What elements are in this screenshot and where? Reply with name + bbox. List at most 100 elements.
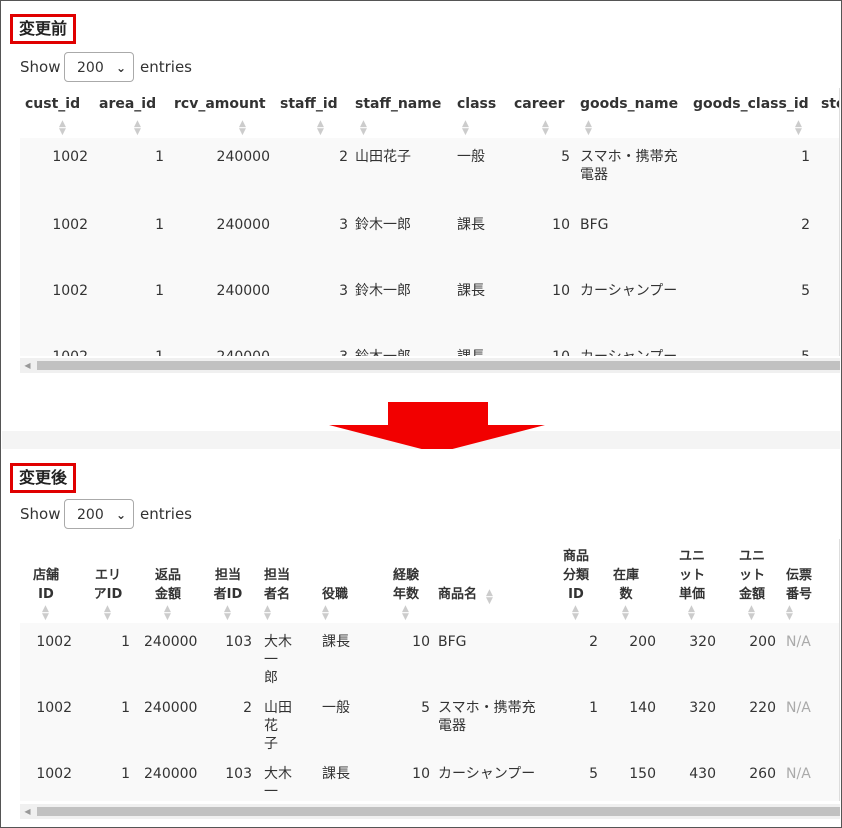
sort-icon: ▲ ▼ bbox=[224, 604, 231, 622]
table-cell: 1 bbox=[121, 766, 130, 782]
horizontal-scrollbar[interactable]: ◀ bbox=[20, 358, 840, 373]
col-header[interactable]: goods_class_id bbox=[693, 96, 809, 112]
screenshot-frame: 変更前 Show 200 ⌄ entries cust_id ▲ ▼ area_i… bbox=[0, 0, 842, 828]
table-right-border bbox=[839, 539, 840, 801]
sort-icon: ▲ ▼ bbox=[239, 119, 246, 137]
sort-icon: ▲ ▼ bbox=[360, 119, 367, 137]
col-header[interactable]: 担当 者ID bbox=[208, 566, 248, 604]
table-row: 1002 1 240000 3 鈴木一郎 課長 10 BFG 2 bbox=[20, 206, 840, 273]
table-cell: N/A bbox=[786, 634, 811, 650]
col-header[interactable]: staff_name bbox=[355, 96, 441, 112]
table-cell: 240000 bbox=[216, 217, 270, 233]
after-title: 変更後 bbox=[10, 463, 77, 493]
table-cell: 10 bbox=[552, 217, 570, 233]
table-cell: 2 bbox=[339, 149, 348, 165]
table-cell: 3 bbox=[339, 217, 348, 233]
sort-icon: ▲ ▼ bbox=[134, 119, 141, 137]
table-cell: 大木一郎 bbox=[264, 634, 292, 686]
table-cell: 鈴木一郎 bbox=[355, 348, 445, 356]
col-header[interactable]: cust_id bbox=[25, 96, 80, 112]
table-cell: 大木一郎 bbox=[264, 766, 292, 800]
table-cell: N/A bbox=[786, 700, 811, 716]
col-header[interactable]: area_id bbox=[99, 96, 156, 112]
col-header[interactable]: 返品 金額 bbox=[146, 566, 190, 604]
table-cell: 2 bbox=[243, 700, 252, 716]
page-length-select[interactable]: 200 ⌄ bbox=[64, 499, 134, 529]
before-title: 変更前 bbox=[10, 14, 77, 44]
table-row: 1002 1 240000 2 山田花子 一般 5 スマホ・携帯充 電器 1 bbox=[20, 138, 840, 207]
table-cell: 鈴木一郎 bbox=[355, 217, 411, 233]
col-header[interactable]: sto bbox=[821, 96, 840, 112]
table-row: 1002 1 240000 103 大木一郎課長 10 BFG 2 200 320 200 N/A bbox=[20, 623, 840, 690]
sort-icon: ▲ ▼ bbox=[462, 119, 469, 137]
table-cell: 1 bbox=[155, 149, 164, 165]
table-row: 10021240000103大木一郎課長10カーシャンプー5150430260N… bbox=[20, 755, 840, 801]
after-table: 店舗 ID ▲ ▼ エリ アID ▲ ▼ 返品 金額 ▲ ▼ 担当 者ID ▲ ▼ 担当 者名 ▲ ▼ 役職 ▲ ▼ 経験 年数… bbox=[20, 539, 840, 801]
table-cell: 5 bbox=[801, 283, 810, 299]
sort-icon: ▲ ▼ bbox=[164, 604, 171, 622]
table-cell: 1 bbox=[155, 217, 164, 233]
table-header: cust_id ▲ ▼ area_id ▲ ▼ rcv_amount ▲ ▼ staf… bbox=[20, 88, 840, 140]
col-header[interactable]: goods_name bbox=[580, 96, 678, 112]
sort-icon: ▲ ▼ bbox=[486, 588, 493, 606]
col-header[interactable]: 役職 bbox=[322, 585, 362, 604]
col-header[interactable]: 商品名 bbox=[438, 585, 508, 604]
sort-icon: ▲ ▼ bbox=[795, 119, 802, 137]
page-length-value: 200 bbox=[77, 60, 104, 76]
show-label: Show bbox=[20, 505, 61, 523]
sort-icon: ▲ ▼ bbox=[42, 604, 49, 622]
table-cell: 220 bbox=[749, 700, 776, 716]
col-header[interactable]: 店舗 ID bbox=[26, 566, 66, 604]
table-cell: N/A bbox=[786, 766, 811, 782]
scroll-left-icon[interactable]: ◀ bbox=[20, 358, 35, 373]
table-cell: 10 bbox=[480, 348, 570, 356]
page-length-select[interactable]: 200 ⌄ bbox=[64, 52, 134, 82]
entries-label: entries bbox=[140, 58, 192, 76]
table-cell: 一般 bbox=[322, 700, 350, 716]
table-cell: 3 bbox=[339, 283, 348, 299]
horizontal-scrollbar[interactable]: ◀ bbox=[20, 804, 840, 819]
col-header[interactable]: class bbox=[457, 96, 496, 112]
table-cell: 103 bbox=[225, 766, 252, 782]
sort-icon: ▲ ▼ bbox=[317, 119, 324, 137]
col-header[interactable]: 商品 分類 ID bbox=[558, 547, 594, 604]
col-header[interactable]: 担当 者名 bbox=[264, 566, 304, 604]
table-cell: 5 bbox=[561, 149, 570, 165]
down-arrow-icon bbox=[388, 402, 488, 426]
table-cell: 課長 bbox=[322, 766, 350, 782]
table-cell: 240000 bbox=[216, 149, 270, 165]
page-length-value: 200 bbox=[77, 507, 104, 523]
sort-icon: ▲ ▼ bbox=[748, 604, 755, 622]
table-cell: 1 bbox=[121, 634, 130, 650]
col-header[interactable]: ユニ ット 単価 bbox=[674, 547, 710, 604]
table-cell: 鈴木一郎 bbox=[355, 283, 411, 299]
table-cell: 200 bbox=[749, 634, 776, 650]
scrollbar-thumb[interactable] bbox=[37, 807, 840, 816]
show-label: Show bbox=[20, 58, 61, 76]
table-cell: 260 bbox=[749, 766, 776, 782]
sort-icon: ▲ ▼ bbox=[542, 119, 549, 137]
col-header[interactable]: 伝票 番号 bbox=[786, 566, 822, 604]
sort-icon: ▲ ▼ bbox=[622, 604, 629, 622]
col-header[interactable]: career bbox=[514, 96, 565, 112]
col-header[interactable]: 経験 年数 bbox=[386, 566, 426, 604]
table-cell: 1 bbox=[801, 149, 810, 165]
col-header[interactable]: rcv_amount bbox=[174, 96, 266, 112]
scrollbar-thumb[interactable] bbox=[37, 361, 840, 370]
col-header[interactable]: 在庫数 bbox=[606, 566, 646, 604]
before-panel: 変更前 Show 200 ⌄ entries cust_id ▲ ▼ area_i… bbox=[2, 2, 840, 386]
scroll-left-icon[interactable]: ◀ bbox=[20, 804, 35, 819]
sort-icon: ▲ ▼ bbox=[786, 604, 793, 622]
table-cell: 3 bbox=[258, 348, 348, 356]
sort-icon: ▲ ▼ bbox=[59, 119, 66, 137]
table-cell: 山田花子 bbox=[264, 700, 292, 752]
sort-icon: ▲ ▼ bbox=[322, 604, 329, 622]
col-header[interactable]: エリ アID bbox=[88, 566, 128, 604]
table-row: 1002 1 240000 2 山田花子一般 5 スマホ・携帯充 電器 1 140 320 220 N/… bbox=[20, 689, 840, 756]
col-header[interactable]: staff_id bbox=[280, 96, 338, 112]
col-header[interactable]: ユニ ット 金額 bbox=[734, 547, 770, 604]
table-right-border bbox=[839, 88, 840, 356]
after-panel: 変更後 Show 200 ⌄ entries 店舗 ID ▲ ▼ エリ アID ▲ ▼ 返品 金額… bbox=[2, 449, 840, 826]
table-cell: 5 bbox=[421, 700, 430, 716]
sort-icon: ▲ ▼ bbox=[572, 604, 579, 622]
